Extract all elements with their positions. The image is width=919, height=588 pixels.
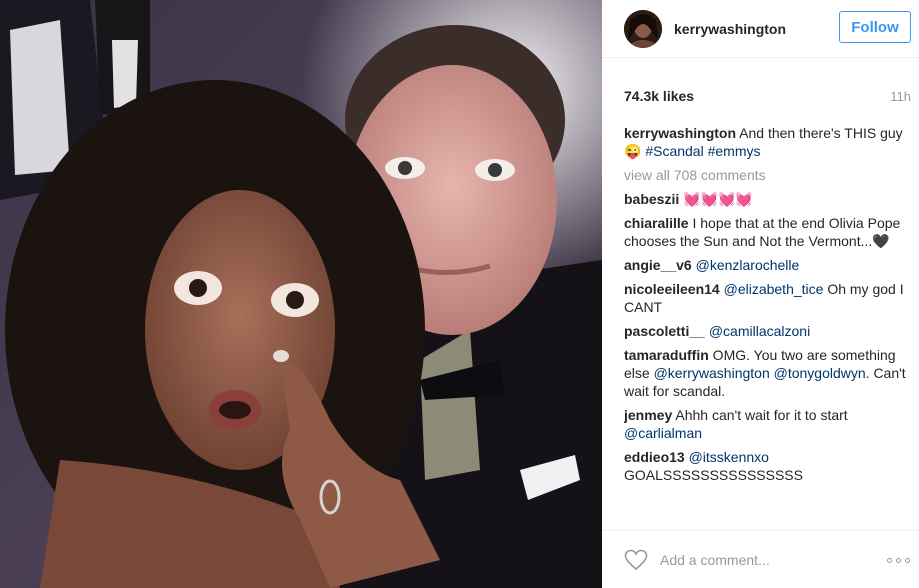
comment-text: 💓💓💓💓 — [679, 191, 753, 207]
post-time[interactable]: 11h — [890, 89, 911, 104]
caption: kerrywashington And then there's THIS gu… — [624, 124, 910, 160]
comment-mention[interactable]: @tonygoldwyn — [774, 365, 866, 381]
comment-item: jenmey Ahhh can't wait for it to start @… — [624, 406, 910, 442]
comment-text: GOALSSSSSSSSSSSSSSS — [624, 467, 803, 483]
comment-bar — [602, 530, 919, 588]
comment-text: Ahhh can't wait for it to start — [672, 407, 848, 423]
comment-mention[interactable]: @carlialman — [624, 425, 702, 441]
comment-mention[interactable]: @kerrywashington — [654, 365, 770, 381]
comment-item: nicoleeileen14 @elizabeth_tice Oh my god… — [624, 280, 910, 316]
comment-mention[interactable]: @kenzlarochelle — [696, 257, 800, 273]
post-sidebar: kerrywashington Follow 74.3k likes 11h k… — [602, 0, 919, 588]
comment-item: pascoletti__ @camillacalzoni — [624, 322, 910, 340]
comment-username[interactable]: chiaralille — [624, 215, 689, 231]
username[interactable]: kerrywashington — [674, 21, 786, 37]
comment-username[interactable]: tamaraduffin — [624, 347, 709, 363]
comment-item: angie__v6 @kenzlarochelle — [624, 256, 910, 274]
comment-item: tamaraduffin OMG. You two are something … — [624, 346, 910, 400]
comment-item: babeszii 💓💓💓💓 — [624, 190, 910, 208]
comment-mention[interactable]: @elizabeth_tice — [724, 281, 824, 297]
selfie-image — [0, 0, 602, 588]
comment-username[interactable]: eddieo13 — [624, 449, 685, 465]
comment-mention[interactable]: @camillacalzoni — [709, 323, 810, 339]
post-photo[interactable] — [0, 0, 602, 588]
avatar-image — [624, 9, 662, 48]
caption-hashtag[interactable]: #emmys — [708, 143, 761, 159]
more-options-icon[interactable] — [887, 555, 913, 565]
likes-count[interactable]: 74.3k likes — [624, 88, 694, 104]
comment-username[interactable]: jenmey — [624, 407, 672, 423]
post-stats: 74.3k likes 11h — [624, 86, 911, 106]
comment-item: eddieo13 @itsskennxo GOALSSSSSSSSSSSSSSS — [624, 448, 910, 484]
view-all-comments-link[interactable]: view all 708 comments — [624, 166, 910, 184]
avatar[interactable] — [624, 9, 662, 48]
comment-mention[interactable]: @itsskennxo — [689, 449, 769, 465]
caption-hashtag[interactable]: #Scandal — [645, 143, 703, 159]
comment-username[interactable]: babeszii — [624, 191, 679, 207]
comment-item: chiaralille I hope that at the end Olivi… — [624, 214, 910, 250]
post-header: kerrywashington Follow — [602, 0, 919, 58]
comment-username[interactable]: angie__v6 — [624, 257, 692, 273]
add-comment-input[interactable] — [660, 551, 870, 568]
caption-username[interactable]: kerrywashington — [624, 125, 736, 141]
comments-list: kerrywashington And then there's THIS gu… — [624, 124, 910, 530]
comment-username[interactable]: pascoletti__ — [624, 323, 705, 339]
follow-button[interactable]: Follow — [839, 11, 911, 43]
heart-outline-icon[interactable] — [624, 549, 648, 571]
comment-username[interactable]: nicoleeileen14 — [624, 281, 720, 297]
